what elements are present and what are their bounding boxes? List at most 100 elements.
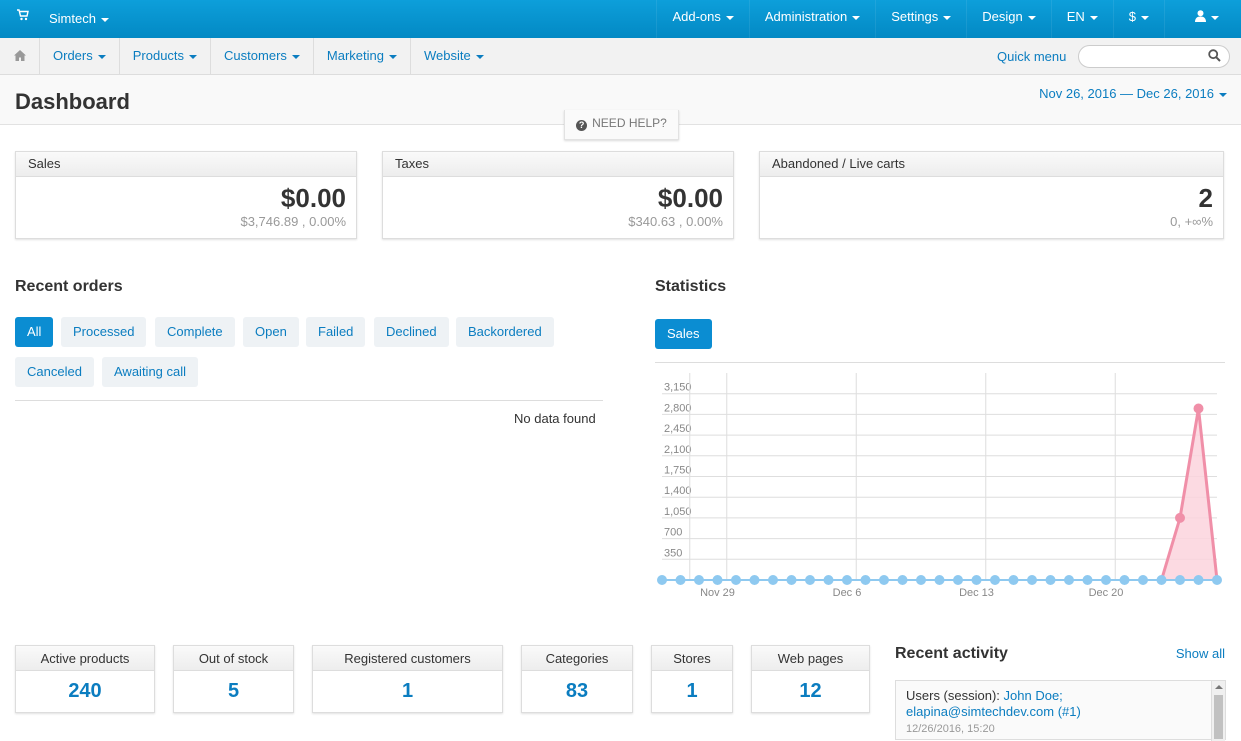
data-point (786, 575, 797, 585)
chevron-down-icon (189, 54, 198, 59)
show-all-link[interactable]: Show all (1176, 646, 1225, 661)
nav-addons-label: Add-ons (672, 9, 721, 24)
scroll-up-icon[interactable] (1215, 685, 1223, 689)
activity-email-link[interactable]: elapina@simtechdev.com (#1) (906, 704, 1081, 719)
language-label: EN (1066, 9, 1085, 24)
nav-design[interactable]: Design (966, 0, 1050, 38)
store-selector[interactable]: Simtech (49, 11, 109, 26)
home-button[interactable] (0, 38, 40, 74)
data-point (990, 575, 1000, 585)
data-point (712, 575, 723, 585)
filter-backordered[interactable]: Backordered (456, 317, 554, 347)
menu-marketing[interactable]: Marketing (314, 38, 411, 74)
menu-marketing-label: Marketing (326, 48, 384, 63)
card-subvalue: $340.63 , 0.00% (628, 214, 723, 229)
scrollbar-thumb[interactable] (1214, 695, 1223, 739)
scrollbar[interactable] (1211, 681, 1225, 741)
filter-all[interactable]: All (15, 317, 54, 347)
y-tick-label: 3,150 (664, 382, 692, 394)
currency-selector[interactable]: $ (1112, 0, 1164, 38)
activity-text: Users (session): (906, 688, 1004, 703)
chevron-down-icon (725, 15, 734, 20)
stat-value: 12 (799, 680, 822, 702)
stat-registered-customers[interactable]: Registered customers 1 (312, 645, 503, 713)
user-menu[interactable] (1164, 0, 1241, 38)
activity-item: Users (session): John Doe; elapina@simtec… (906, 688, 1206, 720)
nav-settings[interactable]: Settings (875, 0, 966, 38)
stat-active-products[interactable]: Active products 240 (15, 645, 155, 713)
need-help-button[interactable]: ? NEED HELP? (564, 110, 679, 140)
nav-addons[interactable]: Add-ons (656, 0, 748, 38)
stat-value: 83 (565, 680, 589, 702)
card-title: Taxes (383, 152, 733, 177)
menu-orders[interactable]: Orders (40, 38, 120, 74)
data-point (731, 575, 741, 585)
filter-canceled[interactable]: Canceled (15, 357, 94, 387)
quick-menu-link[interactable]: Quick menu (997, 49, 1066, 64)
stat-value: 1 (686, 680, 698, 702)
nav-administration[interactable]: Administration (748, 0, 875, 38)
card-subvalue: $3,746.89 , 0.00% (240, 214, 346, 229)
y-tick-label: 2,800 (664, 402, 692, 414)
stat-web-pages[interactable]: Web pages 12 (751, 645, 870, 713)
data-point (1138, 575, 1148, 585)
stat-categories[interactable]: Categories 83 (521, 645, 633, 713)
y-tick-label: 1,400 (664, 485, 692, 497)
card-value: $0.00 (280, 183, 346, 213)
menu-customers[interactable]: Customers (211, 38, 314, 74)
currency-label: $ (1128, 9, 1136, 24)
chevron-down-icon (943, 15, 952, 20)
menu-products[interactable]: Products (120, 38, 212, 74)
data-point (1212, 575, 1222, 585)
search-icon[interactable] (1208, 49, 1221, 62)
language-selector[interactable]: EN (1050, 0, 1113, 38)
divider (655, 362, 1225, 363)
data-point (1082, 575, 1093, 585)
page-title: Dashboard (15, 89, 130, 114)
nav-administration-label: Administration (764, 9, 848, 24)
data-point (971, 575, 982, 585)
card-title: Abandoned / Live carts (760, 152, 1223, 177)
tab-sales[interactable]: Sales (655, 319, 712, 349)
nav-design-label: Design (982, 9, 1023, 24)
card-subvalue: 0, +∞% (1170, 214, 1213, 229)
data-point (1064, 575, 1074, 585)
chevron-down-icon (1141, 15, 1149, 20)
chevron-down-icon (1219, 92, 1227, 97)
card-value: 2 (1198, 183, 1213, 213)
stat-label: Categories (522, 646, 632, 671)
menu-website[interactable]: Website (411, 38, 497, 74)
home-icon (14, 50, 26, 61)
top-bar: Simtech Add-ons Administration Settings … (0, 0, 1241, 38)
taxes-card: Taxes $0.00 $340.63 , 0.00% (382, 151, 734, 239)
filter-awaiting-call[interactable]: Awaiting call (102, 357, 199, 387)
card-value: $0.00 (657, 183, 723, 213)
filter-failed[interactable]: Failed (306, 317, 366, 347)
search-input[interactable] (1078, 45, 1230, 68)
activity-user-link[interactable]: John Doe; (1004, 688, 1063, 703)
stat-value: 1 (401, 680, 414, 702)
filter-processed[interactable]: Processed (61, 317, 147, 347)
y-tick-label: 700 (664, 527, 682, 539)
question-icon: ? (576, 120, 588, 131)
date-range-picker[interactable]: Nov 26, 2016 — Dec 26, 2016 (1039, 86, 1227, 101)
date-range-label: Nov 26, 2016 — Dec 26, 2016 (1039, 86, 1214, 101)
data-point (916, 575, 926, 585)
chevron-down-icon (97, 54, 106, 59)
chevron-down-icon (100, 17, 109, 22)
filter-complete[interactable]: Complete (155, 317, 235, 347)
store-name: Simtech (49, 11, 96, 26)
filter-open[interactable]: Open (243, 317, 299, 347)
chevron-down-icon (1027, 15, 1036, 20)
stat-stores[interactable]: Stores 1 (651, 645, 733, 713)
menu-orders-label: Orders (53, 48, 93, 63)
filter-declined[interactable]: Declined (374, 317, 449, 347)
nav-settings-label: Settings (891, 9, 939, 24)
cart-icon[interactable] (17, 9, 29, 21)
stat-out-of-stock[interactable]: Out of stock 5 (173, 645, 294, 713)
x-tick-label: Dec 6 (833, 587, 862, 599)
divider (15, 400, 603, 401)
y-tick-label: 1,750 (664, 465, 692, 477)
y-tick-label: 1,050 (664, 506, 692, 518)
x-tick-label: Dec 20 (1089, 587, 1124, 599)
